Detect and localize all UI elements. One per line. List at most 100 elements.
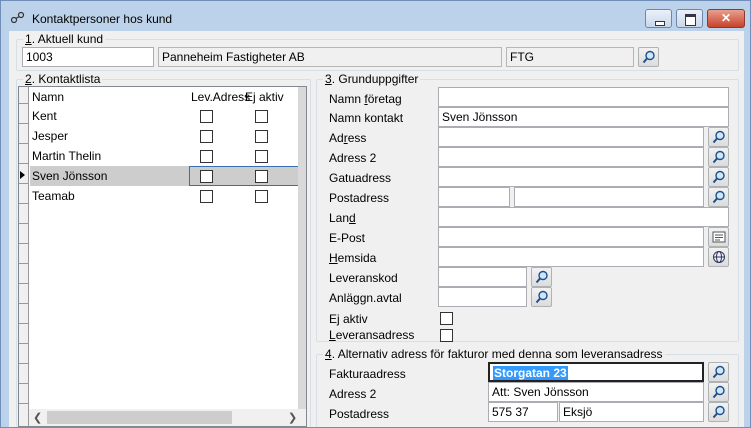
horizontal-scroll-thumb[interactable] [47, 411, 232, 424]
vertical-scrollbar[interactable] [298, 87, 306, 409]
hemsida-label: Hemsida [329, 251, 377, 265]
magnifier-icon [535, 270, 548, 284]
adress2-lookup-button[interactable] [708, 147, 729, 167]
window-title: Kontaktpersoner hos kund [32, 12, 173, 26]
list-item[interactable]: Jesper [30, 126, 298, 146]
magnifier-icon [712, 385, 725, 399]
namn-foretag-field[interactable] [438, 87, 729, 107]
horizontal-scrollbar[interactable]: ❮ ❯ [29, 409, 299, 426]
postnr-field[interactable] [438, 187, 510, 207]
ej-aktiv-label: Ej aktiv [329, 312, 368, 326]
fakturaadress-label: Fakturaadress [329, 367, 406, 381]
scroll-right-icon[interactable]: ❯ [288, 411, 297, 424]
hemsida-field[interactable] [438, 247, 704, 267]
ej-aktiv-checkbox[interactable] [440, 312, 453, 325]
ej-aktiv-checkbox[interactable] [255, 170, 268, 183]
epost-label: E-Post [329, 231, 366, 245]
anlaggn-avtal-label: Anläggn.avtal [329, 291, 402, 305]
gatuadress-label: Gatuadress [329, 171, 392, 185]
adress2-field[interactable] [438, 147, 704, 167]
client-area: 1. Aktuell kund 1003 Panneheim Fastighet… [9, 31, 744, 427]
list-item[interactable]: Teamab [30, 186, 298, 206]
alt-postnr-field[interactable]: 575 37 [488, 402, 558, 422]
leveranskod-field[interactable] [438, 267, 527, 287]
alt-ort-field[interactable]: Eksjö [559, 402, 704, 422]
alt-adress2-field[interactable]: Att: Sven Jönsson [488, 382, 704, 402]
leveransadress-checkbox[interactable] [440, 329, 453, 342]
basic-info-legend: 3. Grunduppgifter [323, 72, 421, 86]
postadress-lookup-button[interactable] [708, 187, 729, 207]
close-button[interactable] [707, 9, 745, 28]
email-form-icon [712, 231, 726, 243]
ej-aktiv-checkbox[interactable] [255, 150, 268, 163]
customer-code-field[interactable]: FTG [506, 47, 634, 67]
title-bar[interactable]: Kontaktpersoner hos kund [1, 1, 750, 31]
scroll-corner [299, 409, 306, 426]
leveranskod-lookup-button[interactable] [531, 267, 552, 287]
customer-name-field[interactable]: Panneheim Fastigheter AB [158, 47, 502, 67]
lev-adress-checkbox[interactable] [200, 130, 213, 143]
magnifier-icon [712, 190, 725, 204]
list-item-selected[interactable]: Sven Jönsson [30, 166, 299, 186]
window: Kontaktpersoner hos kund 1. Aktuell kund… [0, 0, 751, 428]
column-header-lev-adress[interactable]: Lev.Adress [191, 90, 250, 104]
adress-field[interactable] [438, 127, 704, 147]
contact-list-legend: 2. Kontaktlista [23, 72, 103, 86]
contact-name: Teamab [32, 189, 75, 203]
current-row-marker [20, 171, 25, 179]
namn-kontakt-field[interactable]: Sven Jönsson [438, 107, 729, 127]
alt-adress2-lookup-button[interactable] [708, 382, 729, 402]
magnifier-icon [712, 150, 725, 164]
anlaggn-avtal-lookup-button[interactable] [531, 287, 552, 307]
adress-label: Adress [329, 131, 367, 145]
contact-name: Jesper [32, 129, 69, 143]
land-label: Land [329, 211, 356, 225]
minimize-button[interactable] [645, 9, 672, 28]
fakturaadress-field[interactable]: Storgatan 23 [488, 362, 704, 382]
column-header-ej-aktiv[interactable]: Ej aktiv [245, 90, 284, 104]
lev-adress-checkbox[interactable] [200, 110, 213, 123]
customer-number-field[interactable]: 1003 [22, 47, 154, 67]
fakturaadress-selected-text: Storgatan 23 [493, 366, 568, 380]
hemsida-button[interactable] [708, 247, 729, 267]
web-globe-icon [713, 251, 725, 263]
scroll-left-icon[interactable]: ❮ [33, 411, 42, 424]
contact-name: Sven Jönsson [32, 169, 108, 183]
maximize-button[interactable] [676, 9, 703, 28]
postadress-label: Postadress [329, 191, 390, 205]
lev-adress-checkbox[interactable] [200, 150, 213, 163]
contact-name: Kent [32, 109, 57, 123]
contact-name: Martin Thelin [32, 149, 102, 163]
gatuadress-field[interactable] [438, 167, 704, 187]
magnifier-icon [712, 365, 725, 379]
ej-aktiv-checkbox[interactable] [255, 130, 268, 143]
list-item[interactable]: Kent [30, 106, 298, 126]
ej-aktiv-checkbox[interactable] [255, 190, 268, 203]
gatuadress-lookup-button[interactable] [708, 167, 729, 187]
list-item[interactable]: Martin Thelin [30, 146, 298, 166]
lev-adress-checkbox[interactable] [200, 170, 213, 183]
namn-kontakt-label: Namn kontakt [329, 111, 404, 125]
alt-postadress-lookup-button[interactable] [708, 402, 729, 422]
app-icon [11, 11, 25, 23]
lev-adress-checkbox[interactable] [200, 190, 213, 203]
current-customer-legend: 1. Aktuell kund [23, 32, 106, 46]
fakturaadress-lookup-button[interactable] [708, 362, 729, 382]
contact-list[interactable]: Namn Lev.Adress Ej aktiv Kent Jesper Mar… [18, 86, 307, 427]
anlaggn-avtal-field[interactable] [438, 287, 527, 307]
epost-button[interactable] [708, 227, 729, 247]
column-header-name[interactable]: Namn [32, 90, 64, 104]
adress-lookup-button[interactable] [708, 127, 729, 147]
magnifier-icon [712, 170, 725, 184]
leveranskod-label: Leveranskod [329, 271, 398, 285]
alt-postadress-label: Postadress [329, 407, 390, 421]
ort-field[interactable] [514, 187, 704, 207]
ej-aktiv-checkbox[interactable] [255, 110, 268, 123]
land-field[interactable] [438, 207, 729, 227]
leveransadress-label: Leveransadress [329, 328, 415, 342]
alt-address-legend: 4. Alternativ adress för fakturor med de… [323, 347, 665, 361]
customer-lookup-button[interactable] [638, 47, 659, 67]
adress2-label: Adress 2 [329, 151, 377, 165]
magnifier-icon [712, 130, 725, 144]
epost-field[interactable] [438, 227, 704, 247]
